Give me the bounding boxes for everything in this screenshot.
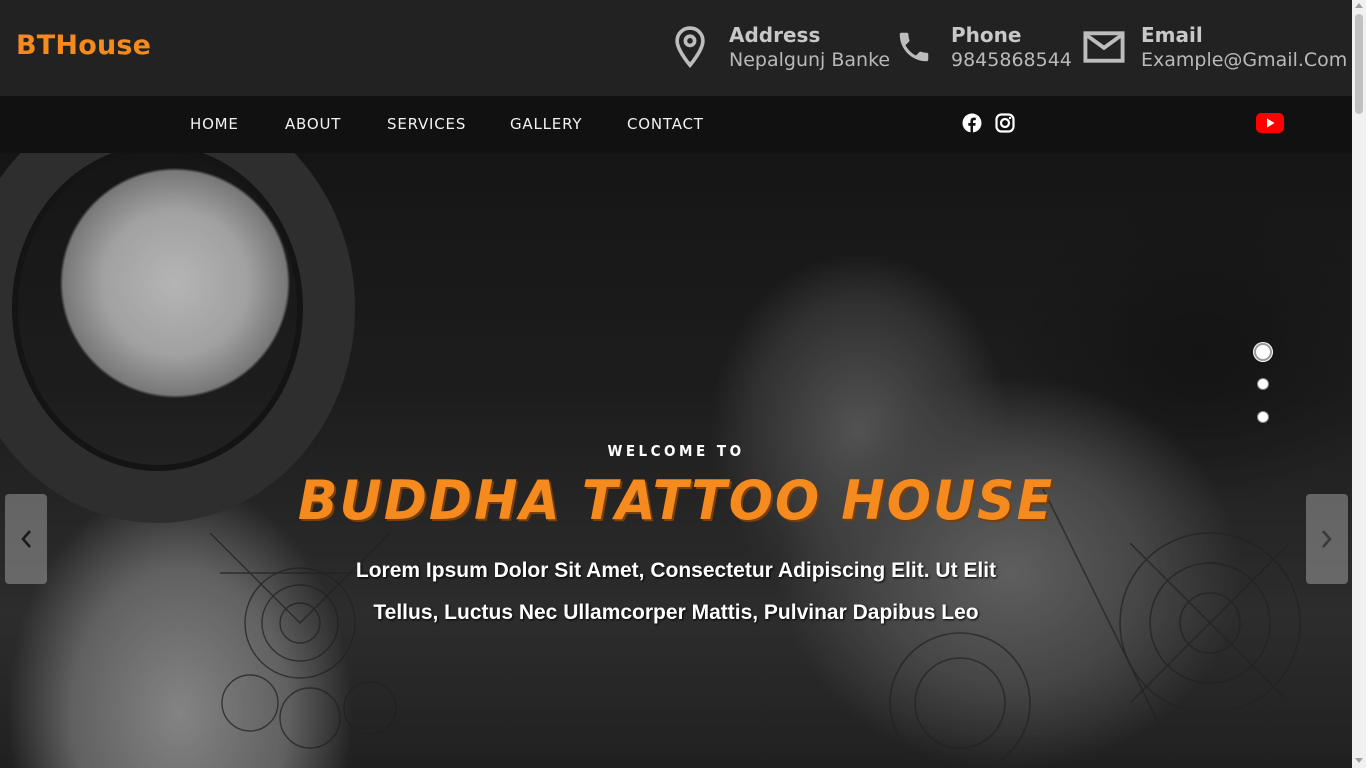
nav-contact[interactable]: CONTACT <box>627 115 704 133</box>
slider-prev-button[interactable] <box>5 494 47 584</box>
phone-value: 9845868544 <box>951 49 1072 71</box>
hero-subtitle: WELCOME TO <box>607 442 745 460</box>
hero-overlay <box>0 153 1352 768</box>
chevron-left-icon <box>21 530 31 548</box>
main-navbar: HOME ABOUT SERVICES GALLERY CONTACT <box>0 96 1352 153</box>
youtube-icon[interactable] <box>1256 113 1284 133</box>
nav-about[interactable]: ABOUT <box>285 115 341 133</box>
facebook-icon[interactable] <box>962 113 982 133</box>
scroll-up-arrow-icon[interactable] <box>1355 3 1363 8</box>
slider-next-button[interactable] <box>1306 494 1348 584</box>
top-info-bar: BTHouse Address Nepalgunj Banke Phone 98… <box>0 0 1352 96</box>
envelope-icon <box>1083 22 1125 72</box>
hero-slider: WELCOME TO BUDDHA TATTOO HOUSE Lorem Ips… <box>0 153 1352 768</box>
email-value[interactable]: Example@Gmail.Com <box>1141 48 1347 72</box>
scroll-down-arrow-icon[interactable] <box>1355 758 1363 763</box>
hero-title: BUDDHA TATTOO HOUSE <box>297 469 1055 533</box>
chevron-right-icon <box>1322 530 1332 548</box>
phone-label: Phone <box>951 23 1022 47</box>
email-label: Email <box>1141 23 1203 47</box>
nav-services[interactable]: SERVICES <box>387 115 466 133</box>
nav-gallery[interactable]: GALLERY <box>510 115 582 133</box>
map-pin-icon <box>673 22 715 72</box>
phone-info: Phone 9845868544 <box>895 22 1072 72</box>
instagram-icon[interactable] <box>995 113 1015 133</box>
hero-description: Lorem Ipsum Dolor Sit Amet, Consectetur … <box>355 559 997 624</box>
page-scrollbar[interactable] <box>1352 0 1366 768</box>
brand-logo[interactable]: BTHouse <box>16 30 151 61</box>
address-value: Nepalgunj Banke <box>729 49 891 71</box>
scrollbar-thumb[interactable] <box>1355 14 1363 114</box>
slider-dot-3[interactable] <box>1257 411 1269 423</box>
slider-dot-2[interactable] <box>1257 378 1269 390</box>
email-info: Email Example@Gmail.Com <box>1083 22 1347 72</box>
nav-home[interactable]: HOME <box>190 115 239 133</box>
address-label: Address <box>729 23 821 47</box>
slider-dot-1[interactable] <box>1254 343 1272 361</box>
phone-icon <box>895 22 937 72</box>
address-info: Address Nepalgunj Banke <box>673 22 890 72</box>
